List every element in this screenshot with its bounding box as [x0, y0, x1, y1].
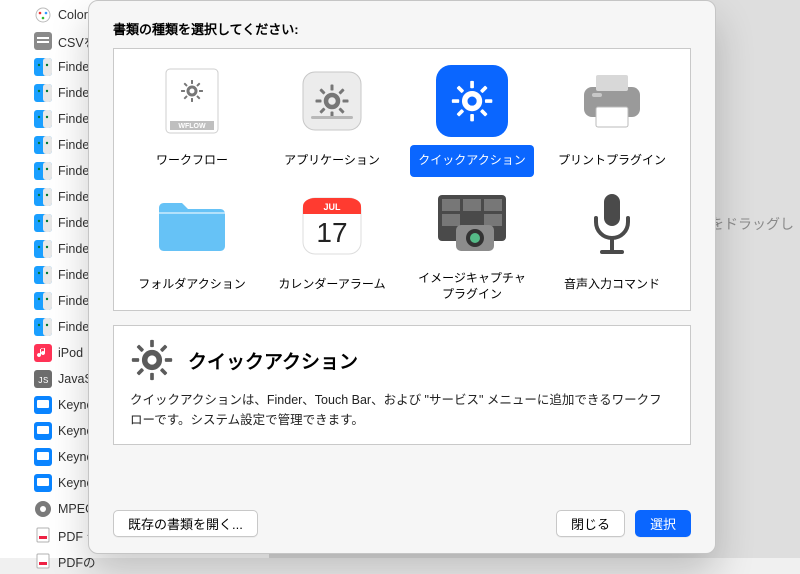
background-item-label: iPod — [58, 346, 83, 360]
gear-blue-icon: 48 48"> — [434, 63, 510, 139]
mic-icon — [574, 187, 650, 263]
template-option-quickaction[interactable]: 48 48"> クイックアクション — [406, 59, 538, 177]
script-icon: JS — [34, 370, 52, 388]
keynote-icon — [34, 448, 52, 466]
detail-title: クイックアクション — [188, 347, 358, 374]
pdf-icon — [34, 552, 52, 570]
svg-text:17: 17 — [316, 217, 347, 248]
template-option-label: イメージキャプチャ プラグイン — [410, 269, 534, 304]
template-option-label: クイックアクション — [410, 145, 533, 177]
finder-icon — [34, 110, 52, 128]
dialog-title: 書類の種類を選択してください: — [113, 19, 691, 38]
template-grid: 48 48">WFLOWワークフロー48 48">アプリケーション48 48">… — [113, 48, 691, 311]
template-option-label: 音声入力コマンド — [556, 269, 668, 301]
printer-icon — [574, 63, 650, 139]
finder-icon — [34, 266, 52, 284]
keynote-icon — [34, 422, 52, 440]
background-item-label: Finde — [58, 112, 89, 126]
background-item-label: Finde — [58, 86, 89, 100]
finder-icon — [34, 136, 52, 154]
svg-text:JUL: JUL — [323, 202, 341, 212]
choose-button[interactable]: 選択 — [635, 510, 691, 537]
finder-icon — [34, 188, 52, 206]
folder-icon — [154, 187, 230, 263]
gear-icon — [130, 338, 174, 382]
template-option-dictation[interactable]: 音声入力コマンド — [546, 183, 678, 304]
template-option-calendaralarm[interactable]: JUL 17 カレンダーアラーム — [266, 183, 398, 304]
svg-text:WFLOW: WFLOW — [178, 123, 206, 130]
template-option-label: アプリケーション — [276, 145, 388, 177]
template-option-workflow[interactable]: 48 48">WFLOW ワークフロー — [126, 59, 258, 177]
background-item-label: Finde — [58, 60, 89, 74]
template-option-folderaction[interactable]: フォルダアクション — [126, 183, 258, 304]
finder-icon — [34, 84, 52, 102]
open-existing-button[interactable]: 既存の書類を開く... — [113, 510, 258, 537]
svg-text:JS: JS — [38, 376, 49, 386]
template-option-imagecapture[interactable]: イメージキャプチャ プラグイン — [406, 183, 538, 304]
background-item-label: PDFの — [58, 552, 96, 571]
finder-icon — [34, 214, 52, 232]
pdf-icon — [34, 526, 52, 544]
background-item-label: Finde — [58, 138, 89, 152]
finder-icon — [34, 240, 52, 258]
detail-description: クイックアクションは、Finder、Touch Bar、および "サービス" メ… — [130, 390, 674, 430]
template-option-application[interactable]: 48 48"> アプリケーション — [266, 59, 398, 177]
keynote-icon — [34, 396, 52, 414]
app-icon: 48 48"> — [294, 63, 370, 139]
finder-icon — [34, 292, 52, 310]
finder-icon — [34, 58, 52, 76]
palette-icon — [34, 6, 52, 24]
keynote-icon — [34, 474, 52, 492]
background-item-label: Finde — [58, 242, 89, 256]
background-item-label: Finde — [58, 268, 89, 282]
template-option-printplugin[interactable]: プリントプラグイン — [546, 59, 678, 177]
media-icon — [34, 500, 52, 518]
close-button[interactable]: 閉じる — [556, 510, 625, 537]
finder-icon — [34, 162, 52, 180]
capture-icon — [434, 187, 510, 263]
wflow-icon: 48 48">WFLOW — [154, 63, 230, 139]
finder-icon — [34, 318, 52, 336]
template-chooser-dialog: 書類の種類を選択してください: 48 48">WFLOWワークフロー48 48"… — [88, 0, 716, 554]
background-item-label: Finde — [58, 164, 89, 178]
music-icon — [34, 344, 52, 362]
background-item-label: Finde — [58, 190, 89, 204]
template-option-label: フォルダアクション — [130, 269, 253, 301]
background-item-label: Finde — [58, 216, 89, 230]
background-item-label: Finde — [58, 320, 89, 334]
template-option-label: カレンダーアラーム — [270, 269, 393, 301]
csv-icon — [34, 32, 52, 50]
detail-panel: クイックアクション クイックアクションは、Finder、Touch Bar、およ… — [113, 325, 691, 445]
dialog-footer: 既存の書類を開く... 閉じる 選択 — [113, 496, 691, 537]
background-item-label: Finde — [58, 294, 89, 308]
template-option-label: プリントプラグイン — [550, 145, 674, 177]
calendar-icon: JUL 17 — [294, 187, 370, 263]
template-option-label: ワークフロー — [148, 145, 236, 177]
